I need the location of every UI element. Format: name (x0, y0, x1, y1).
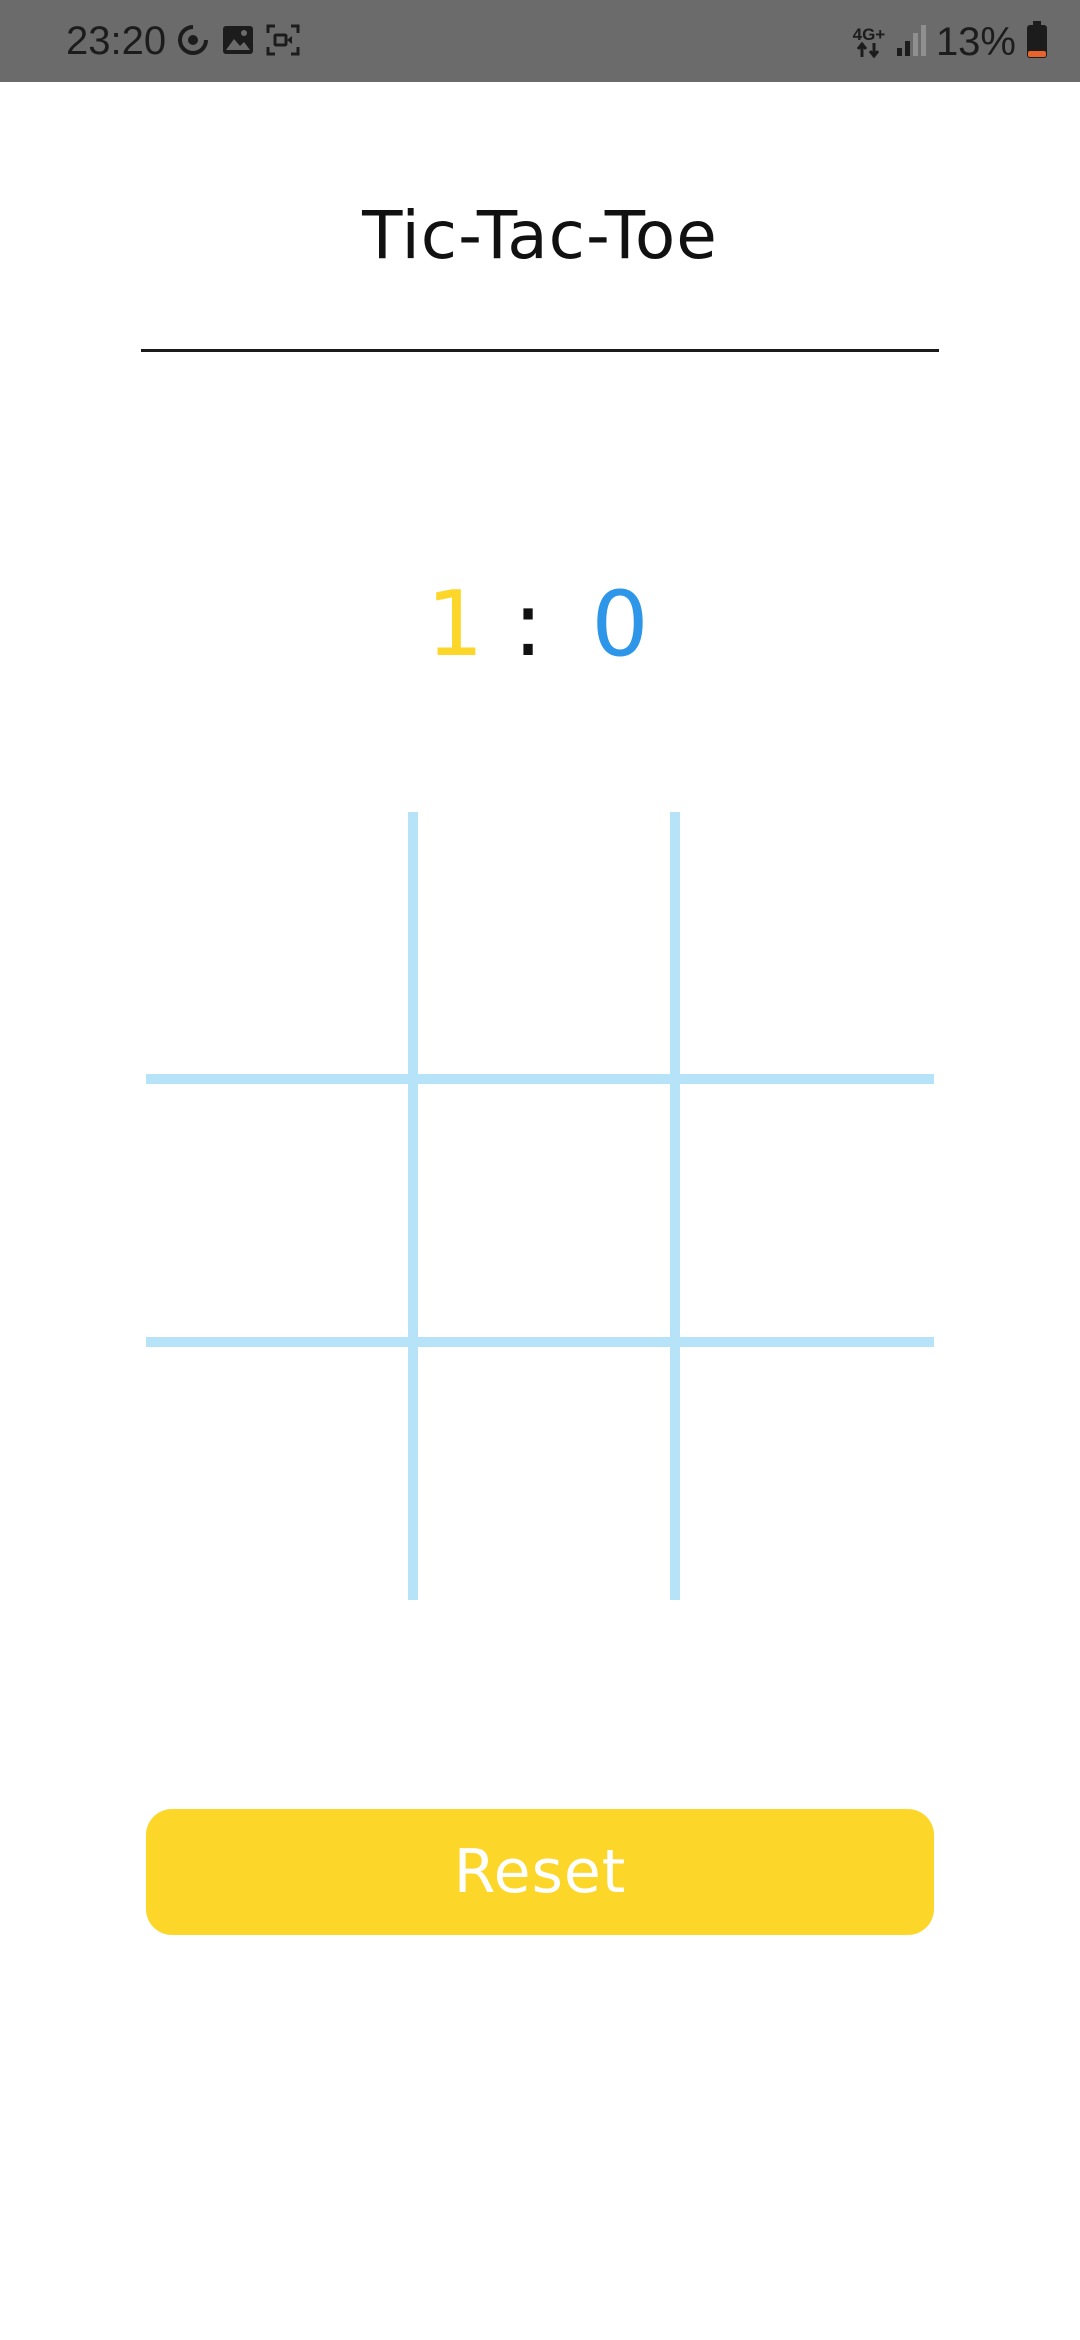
battery-icon (1026, 21, 1048, 63)
board-cell-6[interactable] (680, 1084, 942, 1346)
sync-icon (176, 23, 210, 61)
score-player-x: 1 (426, 572, 484, 677)
status-time: 23:20 (66, 19, 167, 63)
title-divider (141, 349, 939, 352)
board-cell-2[interactable] (418, 812, 680, 1074)
board-cell-8[interactable] (418, 1347, 680, 1609)
image-icon (222, 25, 254, 59)
signal-icon (896, 24, 926, 60)
grid-line-horizontal-1 (146, 1074, 934, 1084)
board-cell-7[interactable] (146, 1347, 408, 1609)
board-cell-1[interactable] (146, 812, 408, 1074)
score-separator: : (512, 572, 544, 677)
board-cell-4[interactable] (146, 1084, 408, 1346)
board-cell-5[interactable] (418, 1084, 680, 1346)
board-cell-9[interactable] (680, 1347, 942, 1609)
status-icons-right: 4G+ 13% (852, 19, 1048, 65)
battery-percent: 13% (935, 20, 1016, 64)
game-board (146, 812, 934, 1600)
page-title: Tic-Tac-Toe (362, 197, 718, 274)
scoreboard: 1 : 0 (0, 570, 1080, 680)
board-cell-3[interactable] (680, 812, 942, 1074)
screen-record-icon (266, 24, 300, 60)
status-icons-left (176, 22, 300, 62)
status-bar: 23:20 4G+ 13% (0, 0, 1080, 82)
reset-button[interactable]: Reset (146, 1809, 934, 1935)
grid-line-vertical-1 (408, 812, 418, 1600)
score-player-o: 0 (591, 572, 649, 677)
network-data-icon: 4G+ (852, 24, 886, 58)
network-type-label: 4G+ (852, 24, 886, 44)
